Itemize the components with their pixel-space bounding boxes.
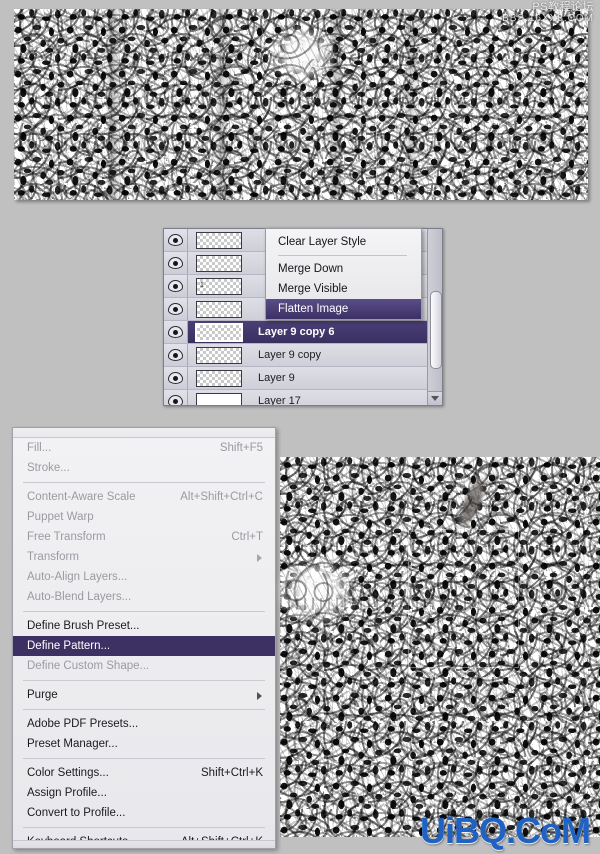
edit-menu-item[interactable]: Color Settings... Shift+Ctrl+K <box>13 763 275 783</box>
layer-name: Layer 9 <box>258 372 295 384</box>
edit-menu-item-label: Free Transform <box>27 531 106 543</box>
edit-menu-item: Puppet Warp <box>13 507 275 527</box>
top-artwork-preview <box>14 9 588 200</box>
edit-menu-item-label: Convert to Profile... <box>27 807 126 819</box>
edit-menu-item-label: Puppet Warp <box>27 511 94 523</box>
edit-menu-item-label: Color Settings... <box>27 767 109 779</box>
context-menu-item[interactable]: Merge Down <box>266 259 421 279</box>
edit-menu-item-label: Fill... <box>27 442 52 454</box>
menu-separator <box>23 611 265 612</box>
edit-menu-item: Auto-Align Layers... <box>13 567 275 587</box>
edit-menu-item: Stroke... <box>13 458 275 478</box>
pattern-highlight-glow <box>266 24 337 85</box>
context-menu-item[interactable]: Merge Visible <box>266 279 421 299</box>
context-menu-item[interactable]: Flatten Image <box>266 299 421 319</box>
layer-thumbnail[interactable] <box>188 322 250 342</box>
document-highlight-glow <box>273 555 360 626</box>
edit-menu-item-label: Preset Manager... <box>27 738 118 750</box>
edit-menu-item: Transform <box>13 547 275 567</box>
edit-menu-item-label: Adobe PDF Presets... <box>27 718 139 730</box>
layer-thumbnail[interactable] <box>188 254 250 272</box>
edit-menu-top-stub <box>13 428 275 438</box>
menu-separator <box>23 482 265 483</box>
edit-menu[interactable]: Fill... Shift+F5 Stroke... Content-Aware Sc… <box>12 427 276 849</box>
document-artifact-band <box>280 597 479 610</box>
edit-menu-item: Content-Aware Scale Alt+Shift+Ctrl+C <box>13 487 275 507</box>
eye-icon[interactable] <box>164 367 188 389</box>
layer-thumbnail[interactable] <box>188 346 250 364</box>
menu-separator <box>278 255 407 256</box>
edit-menu-item-shortcut: Ctrl+T <box>231 531 263 543</box>
menu-separator <box>23 758 265 759</box>
chevron-down-icon[interactable] <box>428 391 442 405</box>
edit-menu-item[interactable]: Convert to Profile... <box>13 803 275 823</box>
bottom-artwork-document <box>273 457 600 837</box>
edit-menu-item[interactable]: Define Brush Preset... <box>13 616 275 636</box>
context-menu-item[interactable]: Clear Layer Style <box>266 232 421 252</box>
edit-menu-item-label: Transform <box>27 551 79 563</box>
edit-menu-item[interactable]: Define Pattern... <box>13 636 275 656</box>
edit-menu-item[interactable]: Purge <box>13 685 275 705</box>
edit-menu-item-shortcut: Shift+F5 <box>219 442 263 454</box>
layer-name: Layer 9 copy <box>258 349 321 361</box>
layers-scrollbar-thumb[interactable] <box>430 291 442 369</box>
layer-thumbnail[interactable] <box>188 231 250 249</box>
edit-menu-item-label: Auto-Blend Layers... <box>27 591 132 603</box>
layer-row[interactable]: Layer 9 <box>164 367 442 390</box>
edit-menu-item-label: Auto-Align Layers... <box>27 571 128 583</box>
edit-menu-items[interactable]: Fill... Shift+F5 Stroke... Content-Aware Sc… <box>13 438 275 848</box>
chevron-right-icon <box>257 554 262 562</box>
layer-thumbnail[interactable] <box>188 300 250 318</box>
edit-menu-item: Auto-Blend Layers... <box>13 587 275 607</box>
edit-menu-item-label: Define Pattern... <box>27 640 111 652</box>
layer-row[interactable]: Layer 17 <box>164 390 442 406</box>
eye-icon[interactable] <box>164 252 188 274</box>
edit-menu-item-label: Stroke... <box>27 462 70 474</box>
menu-separator <box>23 680 265 681</box>
eye-icon[interactable] <box>164 298 188 320</box>
layer-thumbnail[interactable] <box>188 369 250 387</box>
eye-icon[interactable] <box>164 275 188 297</box>
eye-icon[interactable] <box>164 321 188 343</box>
layer-name: Layer 9 copy 6 <box>258 326 335 338</box>
edit-menu-item-label: Define Custom Shape... <box>27 660 150 672</box>
pattern-streaks <box>14 9 588 200</box>
layer-thumbnail[interactable] <box>188 392 250 405</box>
edit-menu-item-label: Assign Profile... <box>27 787 107 799</box>
layer-context-menu[interactable]: Clear Layer Style Merge Down Merge Visible… <box>265 228 422 320</box>
edit-menu-item-shortcut: Shift+Ctrl+K <box>201 767 263 779</box>
layer-name: Layer 17 <box>258 395 301 406</box>
pattern-seam-marker <box>375 108 588 200</box>
edit-menu-item: Define Custom Shape... <box>13 656 275 676</box>
edit-menu-item[interactable]: Adobe PDF Presets... <box>13 714 275 734</box>
edit-menu-item[interactable]: Preset Manager... <box>13 734 275 754</box>
edit-menu-item-label: Define Brush Preset... <box>27 620 140 632</box>
edit-menu-item: Fill... Shift+F5 <box>13 438 275 458</box>
menu-separator <box>23 709 265 710</box>
menu-separator <box>23 827 265 828</box>
layers-scrollbar[interactable] <box>427 229 442 405</box>
edit-menu-item-label: Purge <box>27 689 58 701</box>
layer-thumbnail[interactable]: 1 <box>188 277 250 295</box>
edit-menu-item-shortcut: Alt+Shift+Ctrl+C <box>180 491 263 503</box>
eye-icon[interactable] <box>164 229 188 251</box>
layer-row[interactable]: Layer 9 copy <box>164 344 442 367</box>
edit-menu-item: Free Transform Ctrl+T <box>13 527 275 547</box>
edit-menu-bottom-stub <box>13 840 275 848</box>
eye-icon[interactable] <box>164 390 188 405</box>
edit-menu-item[interactable]: Assign Profile... <box>13 783 275 803</box>
chevron-right-icon <box>257 692 262 700</box>
smudge-brush-stroke <box>434 460 511 546</box>
eye-icon[interactable] <box>164 344 188 366</box>
layer-row[interactable]: Layer 9 copy 6 <box>164 321 442 344</box>
document-selection-seam <box>408 529 519 668</box>
edit-menu-item-label: Content-Aware Scale <box>27 491 136 503</box>
